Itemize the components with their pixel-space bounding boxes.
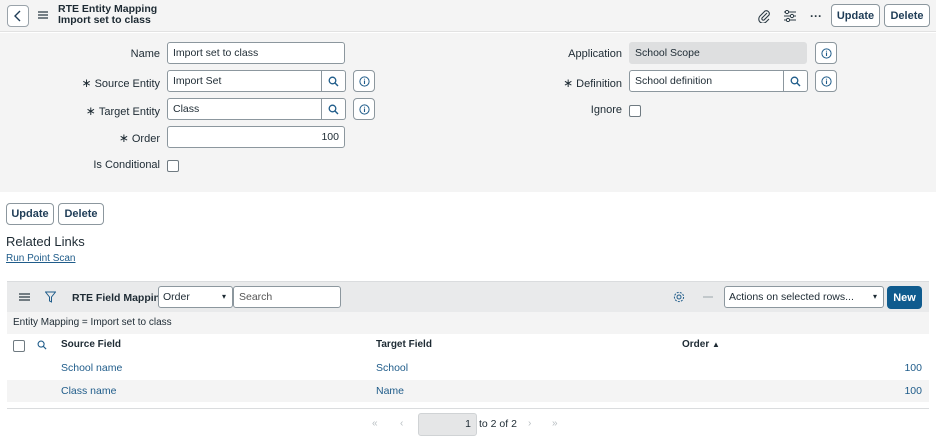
header-title-record: Import set to class xyxy=(58,14,151,26)
back-button[interactable] xyxy=(7,5,29,27)
more-options-icon[interactable]: ··· xyxy=(808,8,824,24)
required-indicator: ∗ xyxy=(85,104,96,118)
chevron-down-icon: ▾ xyxy=(872,292,877,301)
actions-select[interactable]: Actions on selected rows... ▾ xyxy=(724,286,884,308)
order-cell: 100 xyxy=(904,362,922,374)
column-header-order-label: Order xyxy=(682,339,710,350)
target-entity-field[interactable]: Class xyxy=(167,98,322,120)
select-all-checkbox[interactable] xyxy=(13,340,25,352)
definition-field[interactable]: School definition xyxy=(629,70,784,92)
target-entity-lookup-button[interactable] xyxy=(322,98,346,120)
page: RTE Entity Mapping Import set to class ·… xyxy=(0,0,936,448)
target-field-link[interactable]: School xyxy=(376,357,408,379)
name-field[interactable]: Import set to class xyxy=(167,42,345,64)
required-indicator: ∗ xyxy=(563,76,574,90)
page-number-input[interactable]: 1 xyxy=(418,413,477,436)
info-icon xyxy=(358,75,370,87)
header-delete-button[interactable]: Delete xyxy=(884,4,930,27)
list-menu-icon[interactable] xyxy=(19,292,30,302)
source-entity-label-text: Source Entity xyxy=(94,78,160,90)
definition-label: ∗ Definition xyxy=(500,76,622,90)
form-update-button[interactable]: Update xyxy=(6,203,54,225)
target-entity-info-button[interactable] xyxy=(353,98,375,120)
record-form: Name Import set to class ∗ Source Entity … xyxy=(0,33,936,192)
next-page-icon[interactable]: › xyxy=(528,418,531,429)
actions-select-value: Actions on selected rows... xyxy=(729,291,854,303)
source-field-link[interactable]: Class name xyxy=(61,380,116,402)
new-button[interactable]: New xyxy=(887,286,922,309)
chevron-left-icon xyxy=(14,10,21,22)
filter-icon[interactable] xyxy=(45,291,56,303)
first-page-icon[interactable]: « xyxy=(372,418,378,429)
is-conditional-checkbox[interactable] xyxy=(167,160,179,172)
form-delete-button[interactable]: Delete xyxy=(58,203,104,225)
related-links-title: Related Links xyxy=(6,234,85,249)
last-page-icon[interactable]: » xyxy=(552,418,558,429)
pagination: « ‹ 1 to 2 of 2 › » xyxy=(7,408,929,440)
info-icon xyxy=(820,47,832,59)
order-cell: 100 xyxy=(904,385,922,397)
settings-sliders-icon[interactable] xyxy=(782,8,798,24)
search-icon[interactable] xyxy=(37,340,47,350)
search-icon xyxy=(790,76,801,86)
info-icon xyxy=(358,103,370,115)
related-list-toolbar: RTE Field Mappings Order ▾ Search Action… xyxy=(7,281,929,312)
source-entity-label: ∗ Source Entity xyxy=(40,76,160,90)
column-header-source-field[interactable]: Source Field xyxy=(61,334,121,356)
previous-page-icon[interactable]: ‹ xyxy=(400,418,403,429)
ignore-label: Ignore xyxy=(590,104,622,116)
required-indicator: ∗ xyxy=(81,76,92,90)
source-entity-field[interactable]: Import Set xyxy=(167,70,322,92)
definition-label-text: Definition xyxy=(576,78,622,90)
application-info-button[interactable] xyxy=(815,42,837,64)
list-breadcrumb[interactable]: Entity Mapping = Import set to class xyxy=(7,312,929,334)
is-conditional-label: Is Conditional xyxy=(93,159,160,171)
run-point-scan-link[interactable]: Run Point Scan xyxy=(6,253,76,264)
page-range-text: to 2 of 2 xyxy=(479,418,517,430)
application-field: School Scope xyxy=(629,42,807,64)
target-entity-label: ∗ Target Entity xyxy=(40,104,160,118)
filter-field-value: Order xyxy=(163,291,190,303)
info-icon xyxy=(820,75,832,87)
source-field-link[interactable]: School name xyxy=(61,357,122,379)
hamburger-menu-icon[interactable] xyxy=(38,10,48,20)
column-header-target-field[interactable]: Target Field xyxy=(376,334,432,356)
filter-field-select[interactable]: Order ▾ xyxy=(158,286,233,308)
application-label: Application xyxy=(568,48,622,60)
minus-icon xyxy=(703,296,713,298)
source-entity-info-button[interactable] xyxy=(353,70,375,92)
order-label: ∗ Order xyxy=(40,131,160,145)
table-row: Class name Name 100 xyxy=(7,380,929,402)
source-entity-lookup-button[interactable] xyxy=(322,70,346,92)
attachment-icon[interactable] xyxy=(756,8,772,24)
table-row: School name School 100 xyxy=(7,357,929,379)
form-header: RTE Entity Mapping Import set to class ·… xyxy=(0,0,936,32)
order-label-text: Order xyxy=(131,133,160,145)
search-icon xyxy=(328,76,339,86)
sort-ascending-icon: ▲ xyxy=(712,340,720,349)
column-header-order[interactable]: Order ▲ xyxy=(682,334,720,356)
search-icon xyxy=(328,104,339,114)
definition-lookup-button[interactable] xyxy=(784,70,808,92)
chevron-down-icon: ▾ xyxy=(221,292,226,301)
gear-icon[interactable] xyxy=(673,291,685,303)
related-list-search-input[interactable]: Search xyxy=(233,286,341,308)
name-label: Name xyxy=(130,48,160,60)
target-entity-label-text: Target Entity xyxy=(98,106,160,118)
header-title: RTE Entity Mapping Import set to class xyxy=(58,4,157,26)
order-field[interactable]: 100 xyxy=(167,126,345,148)
definition-info-button[interactable] xyxy=(815,70,837,92)
ignore-checkbox[interactable] xyxy=(629,105,641,117)
required-indicator: ∗ xyxy=(118,131,129,145)
header-update-button[interactable]: Update xyxy=(831,4,880,27)
target-field-link[interactable]: Name xyxy=(376,380,404,402)
